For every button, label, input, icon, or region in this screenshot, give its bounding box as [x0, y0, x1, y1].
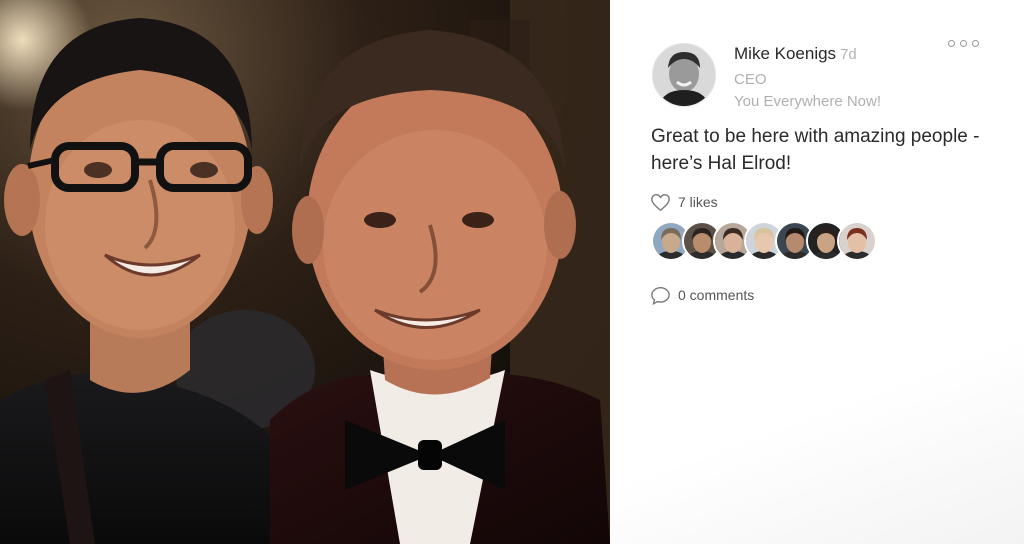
likers-list: [651, 221, 877, 261]
comment-bubble-icon: [651, 286, 670, 305]
photo-illustration: [0, 0, 610, 544]
author-avatar[interactable]: [652, 43, 716, 107]
post-panel: Mike Koenigs 7d CEO You Everywhere Now! G…: [610, 0, 1024, 544]
liker-avatar[interactable]: [837, 221, 877, 261]
comments-count: 0 comments: [678, 287, 755, 303]
like-button[interactable]: 7 likes: [650, 191, 718, 213]
comments-button[interactable]: 0 comments: [650, 284, 754, 306]
post-timestamp[interactable]: 7d: [840, 46, 857, 63]
more-options-icon: [948, 39, 955, 47]
liker-avatar-image: [839, 223, 875, 259]
author-company: You Everywhere Now!: [734, 93, 882, 110]
more-options-button[interactable]: [948, 36, 988, 50]
post-caption: Great to be here with amazing people - h…: [651, 126, 980, 174]
heart-icon: [651, 193, 670, 211]
author-name[interactable]: Mike Koenigs: [734, 44, 836, 63]
post-photo[interactable]: [0, 0, 610, 544]
author-title: CEO: [734, 71, 767, 88]
author-line: Mike Koenigs 7d: [734, 44, 857, 64]
author-avatar-image: [653, 44, 715, 106]
likes-count: 7 likes: [678, 194, 718, 210]
more-options-icon: [972, 39, 979, 47]
more-options-icon: [960, 39, 967, 47]
